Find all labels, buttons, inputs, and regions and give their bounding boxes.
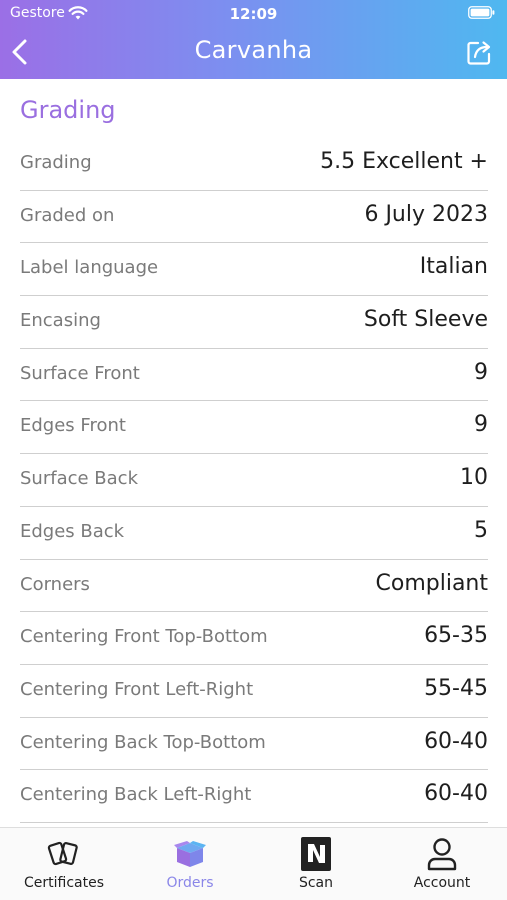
- detail-row: Grading 5.5 Excellent +: [20, 138, 488, 191]
- detail-label: Grading: [20, 152, 92, 173]
- status-time: 12:09: [229, 5, 278, 23]
- detail-label: Centering Front Left-Right: [20, 678, 254, 700]
- detail-row: Centering Back Left-Right 60-40: [20, 770, 488, 823]
- detail-value: 55-45: [424, 675, 488, 701]
- tab-account[interactable]: Account: [379, 828, 505, 900]
- detail-row: Centering Front Left-Right 55-45: [20, 665, 488, 718]
- detail-label: Surface Back: [20, 468, 138, 490]
- detail-value: 9: [474, 412, 488, 438]
- detail-label: Centering Front Top-Bottom: [20, 626, 268, 648]
- cards-icon: [47, 841, 78, 866]
- detail-row: Edges Front 9: [20, 401, 488, 455]
- grading-list: Grading 5.5 Excellent + Graded on 6 July 20…: [20, 138, 488, 823]
- detail-value: 10: [460, 465, 488, 491]
- page-title: Carvanha: [194, 36, 313, 64]
- detail-row: Surface Front 9: [20, 349, 488, 402]
- detail-label: Centering Back Left-Right: [20, 784, 252, 806]
- tab-label: Account: [413, 875, 471, 891]
- app-header: Gestore 12:09 Carvanha: [0, 0, 507, 79]
- detail-label: Surface Front: [20, 362, 140, 384]
- detail-label: Edges Front: [20, 415, 126, 437]
- tab-label: Scan: [298, 875, 334, 891]
- detail-value: 5.5 Excellent +: [320, 149, 488, 174]
- detail-label: Centering Back Top-Bottom: [20, 731, 266, 753]
- detail-row: Label language Italian: [20, 243, 488, 297]
- grading-details: Grading Grading 5.5 Excellent + Graded on 6…: [0, 79, 507, 827]
- section-title: Grading: [20, 96, 116, 124]
- detail-label: Label language: [20, 257, 159, 279]
- detail-row: Centering Front Top-Bottom 65-35: [20, 612, 488, 665]
- detail-value: Italian: [419, 254, 488, 280]
- tab-label: Orders: [166, 875, 214, 891]
- detail-row: Corners Compliant: [20, 560, 488, 613]
- detail-label: Edges Back: [20, 520, 125, 542]
- tab-certificates[interactable]: Certificates: [1, 828, 127, 900]
- detail-row: Graded on 6 July 2023: [20, 191, 488, 244]
- tab-scan[interactable]: Scan: [253, 828, 379, 900]
- tab-bar: Certificates Orders Scan Account: [0, 827, 507, 900]
- battery-icon: [468, 6, 495, 19]
- detail-value: 65-35: [424, 623, 488, 649]
- detail-value: 6 July 2023: [364, 201, 488, 227]
- detail-label: Graded on: [20, 204, 115, 226]
- detail-row: Encasing Soft Sleeve: [20, 296, 488, 349]
- detail-label: Corners: [20, 573, 90, 595]
- nfc-icon: [301, 837, 331, 871]
- detail-value: 9: [474, 359, 488, 385]
- detail-value: 5: [474, 517, 488, 543]
- status-bar: Gestore 12:09: [0, 0, 507, 28]
- detail-value: 60-40: [424, 728, 488, 754]
- tab-label: Certificates: [23, 875, 104, 891]
- detail-value: Compliant: [375, 570, 489, 596]
- detail-label: Encasing: [20, 310, 101, 332]
- detail-row: Edges Back 5: [20, 507, 488, 560]
- detail-row: Surface Back 10: [20, 454, 488, 507]
- box-icon: [174, 841, 206, 867]
- navigation-bar: Carvanha: [0, 28, 507, 79]
- share-icon[interactable]: [465, 37, 495, 67]
- person-icon: [427, 838, 457, 871]
- detail-value: 60-40: [424, 781, 488, 807]
- detail-row: Centering Back Top-Bottom 60-40: [20, 718, 488, 771]
- tab-orders[interactable]: Orders: [127, 828, 253, 900]
- detail-value: Soft Sleeve: [363, 307, 488, 333]
